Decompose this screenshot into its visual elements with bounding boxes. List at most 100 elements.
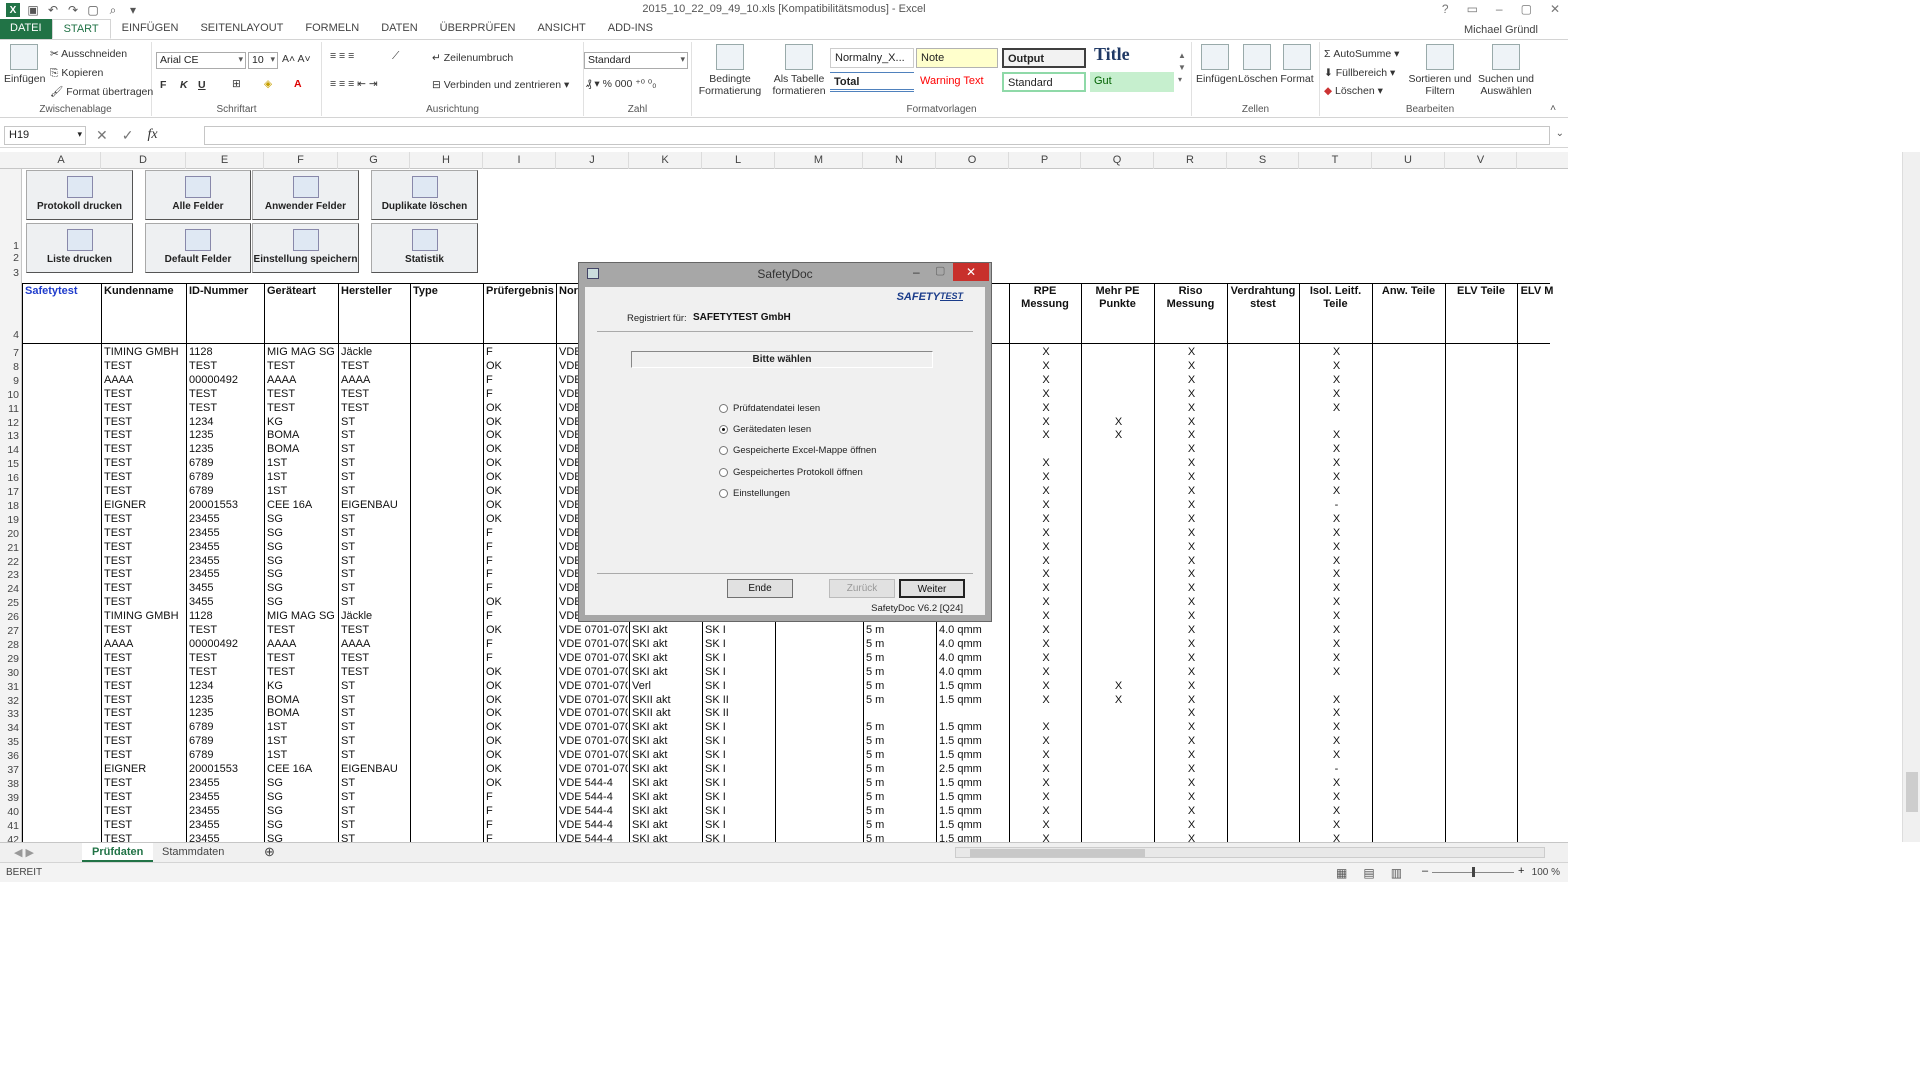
cell-f[interactable]: SG: [265, 791, 337, 804]
cell-d[interactable]: TEST: [102, 680, 185, 693]
option-read-device-data[interactable]: Gerätedaten lesen: [719, 424, 811, 435]
cell-k[interactable]: SKI akt: [630, 735, 701, 748]
cell-d[interactable]: TEST: [102, 416, 185, 429]
cell-f[interactable]: BOMA: [265, 694, 337, 707]
cell-i[interactable]: OK: [484, 499, 555, 512]
cell-k[interactable]: Verl: [630, 680, 701, 693]
cell-k[interactable]: SKII akt: [630, 707, 701, 720]
cell-i[interactable]: F: [484, 652, 555, 665]
cell-j[interactable]: VDE 0701-070: [557, 694, 628, 707]
back-button[interactable]: Zurück: [829, 579, 895, 598]
zoom-level[interactable]: 100 %: [1532, 867, 1560, 878]
cell-d[interactable]: TEST: [102, 582, 185, 595]
cell-e[interactable]: TEST: [187, 388, 263, 401]
cell-t[interactable]: X: [1300, 513, 1371, 526]
cell-t[interactable]: X: [1300, 485, 1371, 498]
cell-p[interactable]: X: [1010, 360, 1080, 373]
cell-g[interactable]: EIGENBAU: [339, 763, 409, 776]
cell-p[interactable]: X: [1010, 513, 1080, 526]
conditional-format-button[interactable]: Bedingte Formatierung: [698, 44, 762, 97]
cell-e[interactable]: 23455: [187, 555, 263, 568]
sheet-nav-icon[interactable]: ◀ ▶: [4, 843, 44, 862]
cell-r[interactable]: X: [1155, 346, 1226, 359]
cell-e[interactable]: 23455: [187, 819, 263, 832]
autosum-button[interactable]: Σ AutoSumme ▾: [1324, 48, 1399, 60]
row-header[interactable]: 28: [0, 639, 22, 651]
statistics-button[interactable]: Statistik: [371, 223, 478, 273]
cell-n[interactable]: 5 m: [864, 833, 935, 843]
cell-j[interactable]: VDE 544-4: [557, 791, 628, 804]
row-header[interactable]: 16: [0, 472, 22, 484]
cell-i[interactable]: F: [484, 541, 555, 554]
style-total[interactable]: Total: [830, 72, 914, 92]
cell-l[interactable]: SK I: [703, 777, 774, 790]
cell-f[interactable]: 1ST: [265, 471, 337, 484]
cell-q[interactable]: X: [1082, 416, 1153, 429]
cell-g[interactable]: ST: [339, 819, 409, 832]
cell-j[interactable]: VDE 544-4: [557, 819, 628, 832]
help-icon[interactable]: ?: [1442, 2, 1449, 16]
cell-t[interactable]: X: [1300, 555, 1371, 568]
style-standard[interactable]: Standard: [1002, 72, 1086, 92]
cell-e[interactable]: 1235: [187, 429, 263, 442]
row-header[interactable]: 39: [0, 792, 22, 804]
cell-g[interactable]: ST: [339, 707, 409, 720]
row-header[interactable]: 3: [0, 267, 22, 279]
cell-d[interactable]: TEST: [102, 388, 185, 401]
row-header[interactable]: 24: [0, 583, 22, 595]
cell-p[interactable]: X: [1010, 346, 1080, 359]
cell-t[interactable]: X: [1300, 707, 1371, 720]
row-header[interactable]: 37: [0, 764, 22, 776]
cell-g[interactable]: Jäckle: [339, 346, 409, 359]
cell-e[interactable]: TEST: [187, 666, 263, 679]
cell-j[interactable]: VDE 0701-070: [557, 749, 628, 762]
cell-n[interactable]: 5 m: [864, 735, 935, 748]
cell-t[interactable]: X: [1300, 374, 1371, 387]
cell-r[interactable]: X: [1155, 360, 1226, 373]
cell-i[interactable]: F: [484, 527, 555, 540]
end-button[interactable]: Ende: [727, 579, 793, 598]
cell-e[interactable]: 00000492: [187, 638, 263, 651]
paste-button[interactable]: Einfügen: [4, 44, 45, 85]
cell-t[interactable]: X: [1300, 833, 1371, 843]
column-header[interactable]: J: [556, 152, 629, 169]
add-sheet-icon[interactable]: ⊕: [254, 843, 285, 862]
align-left-icon[interactable]: ≡ ≡ ≡ ⇤ ⇥: [330, 78, 378, 90]
row-header[interactable]: 29: [0, 653, 22, 665]
cell-g[interactable]: AAAA: [339, 374, 409, 387]
cell-d[interactable]: TEST: [102, 485, 185, 498]
cell-f[interactable]: SG: [265, 555, 337, 568]
cell-p[interactable]: X: [1010, 429, 1080, 442]
zoom-slider-knob[interactable]: [1472, 867, 1475, 877]
cell-l[interactable]: SK I: [703, 638, 774, 651]
row-header[interactable]: 9: [0, 375, 22, 387]
cell-t[interactable]: X: [1300, 666, 1371, 679]
row-header[interactable]: 1: [0, 240, 22, 252]
radio-icon[interactable]: [719, 404, 728, 413]
page-layout-view-icon[interactable]: ▤: [1363, 866, 1374, 880]
cell-p[interactable]: X: [1010, 388, 1080, 401]
tab-review[interactable]: ÜBERPRÜFEN: [429, 19, 527, 39]
cell-k[interactable]: SKII akt: [630, 694, 701, 707]
cell-f[interactable]: TEST: [265, 388, 337, 401]
style-note[interactable]: Note: [916, 48, 998, 68]
dialog-minimize-icon[interactable]: –: [913, 265, 920, 279]
tab-start[interactable]: START: [51, 19, 111, 39]
cell-e[interactable]: TEST: [187, 402, 263, 415]
cell-f[interactable]: 1ST: [265, 721, 337, 734]
row-header[interactable]: 25: [0, 597, 22, 609]
row-header[interactable]: 30: [0, 667, 22, 679]
cell-t[interactable]: X: [1300, 735, 1371, 748]
cell-d[interactable]: TEST: [102, 527, 185, 540]
cell-d[interactable]: TEST: [102, 735, 185, 748]
cell-t[interactable]: X: [1300, 596, 1371, 609]
cell-g[interactable]: ST: [339, 777, 409, 790]
cell-k[interactable]: SKI akt: [630, 652, 701, 665]
table-header-u[interactable]: Anw. Teile: [1373, 283, 1444, 343]
cell-g[interactable]: ST: [339, 416, 409, 429]
cell-e[interactable]: TEST: [187, 624, 263, 637]
row-header[interactable]: 15: [0, 458, 22, 470]
cell-e[interactable]: 6789: [187, 721, 263, 734]
cell-o[interactable]: 1.5 qmm: [937, 735, 1008, 748]
cell-n[interactable]: 5 m: [864, 777, 935, 790]
